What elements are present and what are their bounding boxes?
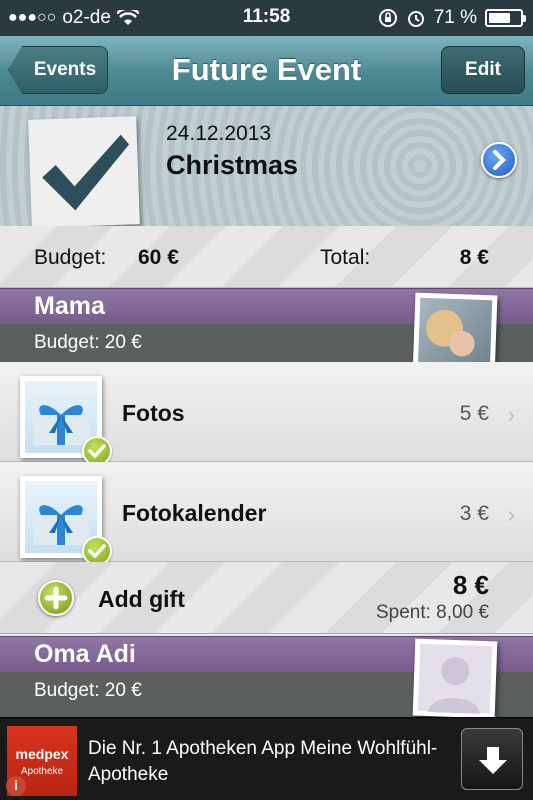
person-avatar[interactable] [412,638,498,719]
gift-price: 3 € [459,502,489,525]
add-gift-label[interactable]: Add gift [98,586,185,613]
rotation-lock-icon [378,9,397,27]
gift-name: Fotokalender [122,500,267,526]
chevron-right-icon: › [507,402,515,427]
gift-row[interactable]: Fotokalender 3 € › [0,462,533,566]
add-gift-row[interactable]: Add gift 8 € Spent: 8,00 € [0,562,533,634]
status-bar: ●●●○○ o2-de 11:58 71 % [0,0,533,36]
plus-icon [44,586,68,610]
event-date: 24.12.2013 [166,122,272,145]
alarm-icon [407,11,424,27]
checkmark-icon [42,134,130,211]
chevron-right-icon [493,150,506,170]
battery-percent: 71 % [433,7,477,28]
total-label: Total: [320,246,371,269]
chevron-right-icon: › [507,502,515,527]
budget-label: Budget: [34,246,107,269]
ad-download-button[interactable] [461,728,523,790]
download-arrow-icon [479,747,507,774]
person-total: 8 € [452,570,489,600]
event-header: 24.12.2013 Christmas [0,106,533,228]
total-value: 8 € [459,246,489,269]
add-gift-button[interactable] [38,580,74,616]
ad-banner[interactable]: medpex Apotheke Die Nr. 1 Apotheken App … [0,717,533,800]
budget-summary: Budget: 60 € Total: 8 € [0,226,533,288]
battery-icon [485,9,526,27]
gift-thumbnail [20,376,112,466]
event-image [28,116,140,228]
gift-name: Fotos [122,400,185,426]
gift-row[interactable]: Fotos 5 € › [0,362,533,466]
edit-button[interactable]: Edit [441,46,525,94]
budget-value: 60 € [138,246,179,269]
gift-price: 5 € [459,402,489,425]
ad-brand: medpex [15,746,69,762]
person-spent: Spent: 8,00 € [375,602,489,623]
ad-text[interactable]: Die Nr. 1 Apotheken App Meine Wohlfühl-A… [88,736,438,788]
gift-thumbnail [20,476,112,566]
avatar-placeholder-icon [427,657,480,714]
event-name: Christmas [166,150,299,180]
battery-level [489,13,510,23]
event-detail-button[interactable] [481,142,517,178]
navigation-bar: Events Future Event Edit [0,36,533,106]
info-icon[interactable]: i [6,776,26,796]
